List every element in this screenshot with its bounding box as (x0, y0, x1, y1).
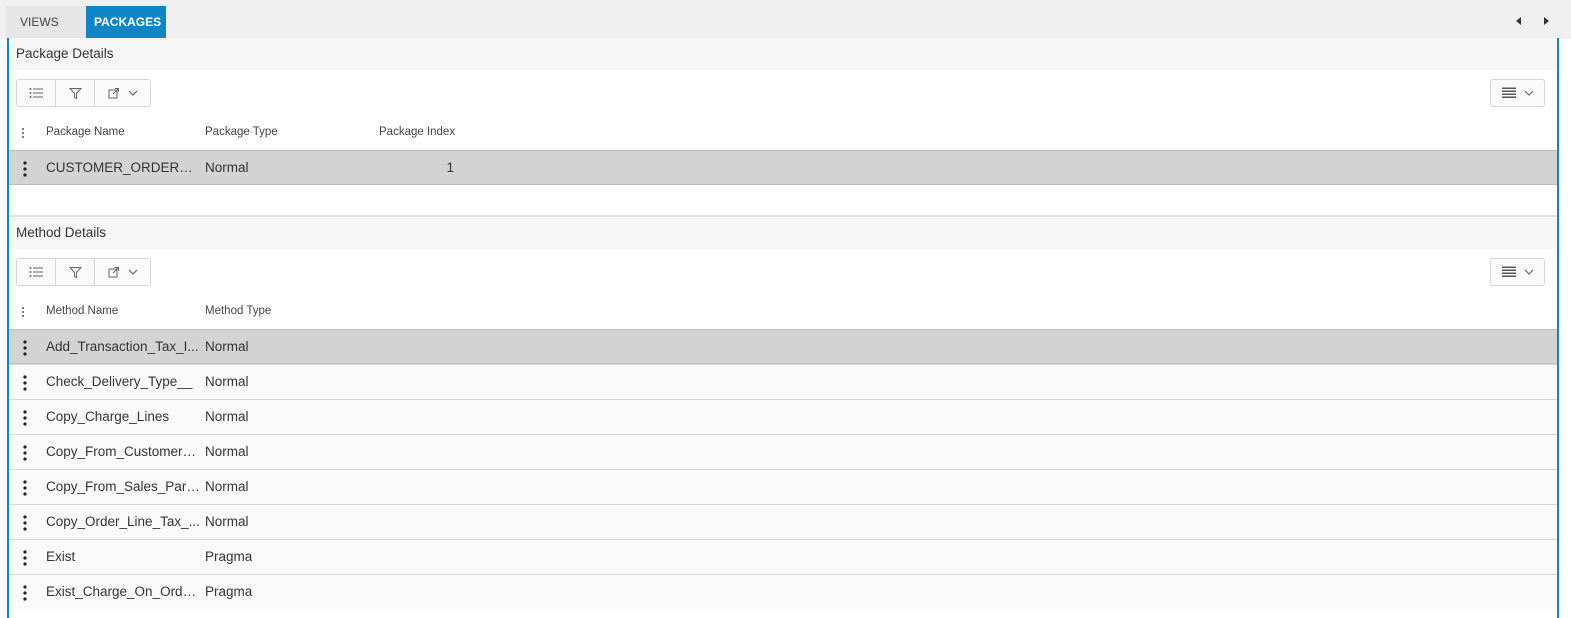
kebab-menu-icon[interactable] (21, 339, 29, 357)
package-details-title: Package Details (9, 38, 1557, 70)
method-type-cell: Normal (205, 444, 249, 459)
tab-views[interactable]: VIEWS (6, 6, 86, 39)
method-type-cell: Pragma (205, 549, 253, 564)
kebab-menu-icon[interactable] (21, 584, 29, 602)
package-index-cell: 1 (446, 160, 454, 175)
list-view-button[interactable] (17, 80, 56, 106)
method-name-cell: Copy_From_Customer_... (46, 444, 201, 459)
filter-icon (68, 266, 82, 278)
filter-button[interactable] (56, 80, 95, 106)
export-icon (108, 267, 119, 278)
kebab-menu-icon[interactable] (21, 374, 29, 392)
column-header-package-type[interactable]: Package Type (205, 126, 278, 138)
filter-button[interactable] (56, 259, 95, 285)
column-header-package-name[interactable]: Package Name (46, 126, 125, 138)
section-divider (9, 185, 1557, 217)
method-name-cell: Add_Transaction_Tax_I... (46, 339, 199, 354)
chevron-down-icon (128, 90, 137, 96)
export-button[interactable] (95, 259, 150, 285)
table-layout-icon (1501, 87, 1516, 98)
list-icon (29, 88, 43, 98)
method-name-cell: Exist (46, 549, 76, 564)
chevron-down-icon (1524, 90, 1533, 96)
method-type-cell: Normal (205, 479, 249, 494)
column-header-method-name[interactable]: Method Name (46, 305, 118, 317)
packages-panel: Package Details Package Name Package Typ… (7, 38, 1559, 618)
method-name-cell: Copy_Order_Line_Tax_... (46, 514, 200, 529)
table-layout-icon (1501, 266, 1516, 277)
package-table-header: Package Name Package Type Package Index (9, 116, 1557, 150)
method-name-cell: Copy_Charge_Lines (46, 409, 170, 424)
kebab-menu-icon[interactable] (21, 444, 29, 462)
chevron-down-icon (128, 269, 137, 275)
table-row[interactable]: Copy_From_Sales_Part... Normal (9, 469, 1557, 504)
method-table-body: Add_Transaction_Tax_I... Normal Check_De… (9, 329, 1557, 609)
column-header-method-type[interactable]: Method Type (205, 305, 271, 317)
package-toolbar (9, 70, 1557, 116)
list-icon (29, 267, 43, 277)
chevron-right-icon[interactable] (1540, 14, 1552, 26)
table-layout-button[interactable] (1490, 258, 1545, 286)
table-row[interactable]: Copy_From_Customer_... Normal (9, 434, 1557, 469)
table-row[interactable]: Exist Pragma (9, 539, 1557, 574)
method-name-cell: Exist_Charge_On_Orde... (46, 584, 201, 599)
method-table-header: Method Name Method Type (9, 295, 1557, 329)
tab-bar: VIEWS PACKAGES (0, 0, 1571, 39)
method-type-cell: Pragma (205, 584, 253, 599)
export-button[interactable] (95, 80, 150, 106)
kebab-menu-icon[interactable] (21, 549, 29, 567)
chevron-left-icon[interactable] (1513, 14, 1525, 26)
kebab-menu-icon[interactable] (21, 479, 29, 497)
package-toolbar-buttons (16, 79, 151, 107)
table-row[interactable]: Copy_Charge_Lines Normal (9, 399, 1557, 434)
tab-packages[interactable]: PACKAGES (86, 6, 166, 39)
package-type-cell: Normal (205, 160, 249, 175)
method-name-cell: Copy_From_Sales_Part... (46, 479, 201, 494)
kebab-menu-icon[interactable] (21, 409, 29, 427)
method-details-title: Method Details (9, 217, 1557, 249)
kebab-menu-icon[interactable] (21, 160, 29, 178)
kebab-menu-icon[interactable] (21, 514, 29, 532)
column-options-icon[interactable] (21, 127, 25, 139)
table-layout-button[interactable] (1490, 79, 1545, 107)
export-icon (108, 88, 119, 99)
column-header-package-index[interactable]: Package Index (379, 126, 455, 138)
filter-icon (68, 87, 82, 99)
table-row[interactable]: Add_Transaction_Tax_I... Normal (9, 329, 1557, 364)
method-type-cell: Normal (205, 409, 249, 424)
method-type-cell: Normal (205, 514, 249, 529)
method-type-cell: Normal (205, 339, 249, 354)
method-type-cell: Normal (205, 374, 249, 389)
method-name-cell: Check_Delivery_Type__ (46, 374, 193, 389)
package-name-cell: CUSTOMER_ORDER_C... (46, 160, 196, 175)
column-options-icon[interactable] (21, 306, 25, 318)
table-row[interactable]: Check_Delivery_Type__ Normal (9, 364, 1557, 399)
table-row[interactable]: Exist_Charge_On_Orde... Pragma (9, 574, 1557, 609)
method-toolbar-buttons (16, 258, 151, 286)
chevron-down-icon (1524, 269, 1533, 275)
method-toolbar (9, 249, 1557, 295)
list-view-button[interactable] (17, 259, 56, 285)
table-row[interactable]: CUSTOMER_ORDER_C... Normal 1 (9, 150, 1557, 185)
table-row[interactable]: Copy_Order_Line_Tax_... Normal (9, 504, 1557, 539)
